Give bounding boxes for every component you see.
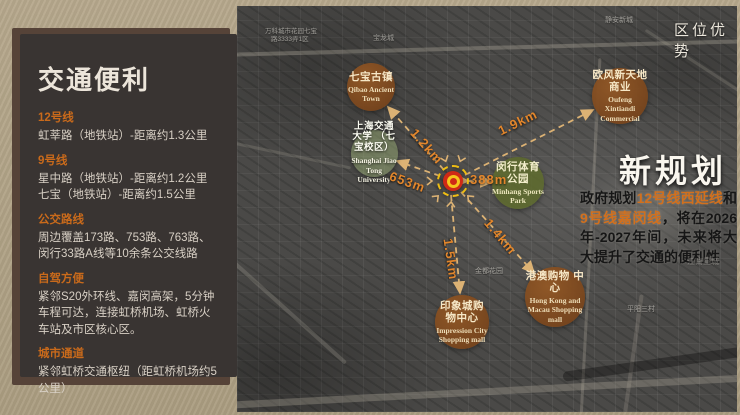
transit-section-line: 紧邻S20外环线、嘉闵高架，5分钟车程可达，连接虹桥机场、虹桥火车站及市区核心区… (38, 289, 220, 339)
map-poi-label: 路3333弄1区 (271, 33, 309, 43)
transit-section-heading: 12号线 (38, 109, 220, 125)
map-marker-qibao: 七宝古镇 Qibao Ancient Town (347, 63, 395, 111)
map-poi-label: 宝龙城 (373, 33, 394, 43)
sunburst-core (450, 178, 457, 185)
transit-sections: 12号线虹莘路（地铁站）-距离约1.3公里 9号线星中路（地铁站）-距离约1.2公… (38, 109, 220, 397)
transit-panel: 交通便利 12号线虹莘路（地铁站）-距离约1.3公里 9号线星中路（地铁站）-距离… (20, 34, 237, 377)
transit-section-heading: 自驾方便 (38, 270, 220, 286)
transit-section-heading: 9号线 (38, 152, 220, 168)
map-poi-label: 金都花园 (475, 266, 503, 276)
transit-section-line: 紧邻虹桥交通枢纽（距虹桥机场约5公里） (38, 364, 220, 397)
slide: 交通便利 12号线虹莘路（地铁站）-距离约1.3公里 9号线星中路（地铁站）-距离… (0, 0, 740, 415)
distance-label: 388m (470, 172, 507, 187)
new-plan-text: 政府规划 (580, 190, 637, 206)
map-marker-oufeng: 欧风新天地 商业Oufeng Xintiandi Commercial (592, 68, 648, 124)
map-poi-label: 静安新城 (605, 15, 633, 25)
distance-label: 1.4km (481, 216, 519, 258)
new-plan-text: 和 (723, 190, 737, 206)
transit-section-heading: 城市通道 (38, 345, 220, 361)
marker-label-en: Hong Kong and Macau Shopping mall (525, 296, 585, 324)
distance-label: 1.9km (496, 106, 540, 138)
project-location-icon (437, 165, 469, 197)
transit-section-line: 虹莘路（地铁站）-距离约1.3公里 (38, 128, 220, 145)
transit-section-line: 星中路（地铁站）-距离约1.2公里 (38, 171, 220, 188)
map-marker-sjtu: 上海交通大学 （七宝校区）Shanghai Jiao Tong Universi… (351, 130, 398, 177)
distance-label: 1.2km (407, 126, 446, 167)
transit-section-heading: 公交路线 (38, 211, 220, 227)
marker-label-zh: 港澳购物 中心 (525, 270, 585, 294)
map-poi-label: 平阳三村 (627, 304, 655, 314)
map-marker-impression: 印象城购 物中心 Impression City Shopping mall (435, 295, 489, 349)
new-plan-highlight: 9号线嘉闵线 (580, 210, 662, 226)
marker-label-en: Minhang Sports Park (492, 187, 544, 206)
section-corner-label: 区位优势 (674, 19, 737, 61)
map-canvas: 新规划 政府规划12号线西延线和9号线嘉闵线，将在2026年-2027年间，未来… (237, 6, 737, 412)
marker-label-zh: 欧风新天地 商业 (592, 69, 648, 93)
marker-label-zh: 印象城购 物中心 (435, 300, 489, 324)
marker-label-en: Oufeng Xintiandi Commercial (592, 95, 648, 123)
marker-label-zh: 上海交通大学 （七宝校区） (351, 122, 398, 155)
marker-overlay: 新规划 政府规划12号线西延线和9号线嘉闵线，将在2026年-2027年间，未来… (237, 6, 737, 412)
panel-title: 交通便利 (38, 60, 220, 97)
transit-section-line: 七宝（地铁站）-距离约1.5公里 (38, 187, 220, 204)
marker-label-zh: 七宝古镇 (349, 71, 393, 83)
map-poi-label: 江南星城 (687, 256, 719, 267)
new-plan-title: 新规划 (598, 146, 737, 192)
distance-label: 1.5km (441, 237, 462, 281)
transit-section-line: 周边覆盖173路、753路、763路、闵行33路A线等10余条公交线路 (38, 230, 220, 263)
distance-label: 653m (387, 168, 427, 195)
marker-label-en: Impression City Shopping mall (435, 326, 489, 345)
marker-label-en: Qibao Ancient Town (347, 85, 395, 104)
new-plan-highlight: 12号线西延线 (637, 190, 723, 206)
map-marker-hkmacau: 港澳购物 中心Hong Kong and Macau Shopping mall (525, 267, 585, 327)
